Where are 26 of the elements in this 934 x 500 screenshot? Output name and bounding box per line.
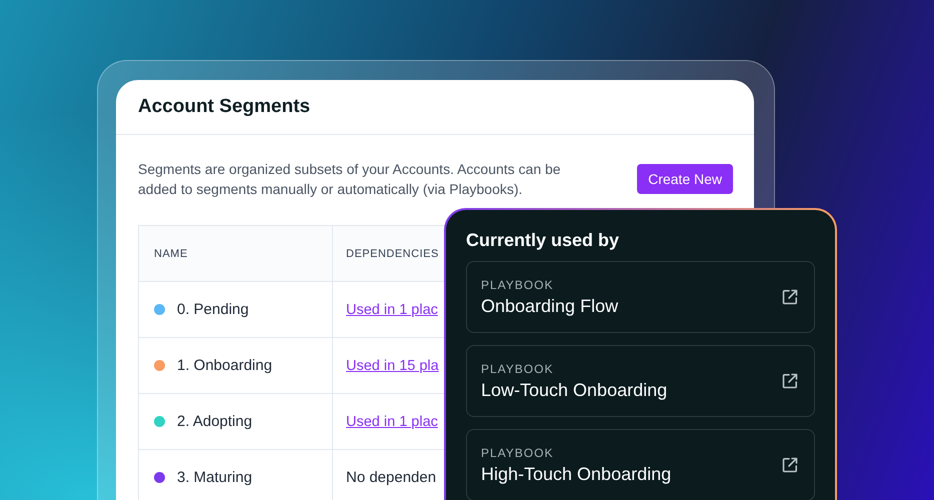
popover-title: Currently used by bbox=[466, 230, 620, 251]
playbook-name: Low-Touch Onboarding bbox=[481, 380, 668, 400]
column-header: NAME bbox=[139, 226, 333, 281]
dependencies-link[interactable]: Used in 1 plac bbox=[346, 414, 438, 430]
item-type: PLAYBOOK bbox=[481, 362, 554, 376]
item-type: PLAYBOOK bbox=[481, 446, 554, 460]
segment-name: 0. Pending bbox=[177, 301, 249, 318]
column-header: DEPENDENCIES bbox=[346, 248, 439, 260]
segment-name: 1. Onboarding bbox=[177, 357, 272, 374]
playbook-name: High-Touch Onboarding bbox=[481, 464, 672, 484]
playbook-card[interactable]: PLAYBOOK High-Touch Onboarding bbox=[466, 429, 815, 500]
playbook-card[interactable]: PLAYBOOK Onboarding Flow bbox=[466, 261, 815, 333]
item-type: PLAYBOOK bbox=[481, 278, 554, 292]
external-link-icon[interactable] bbox=[781, 288, 799, 306]
panel-title: Account Segments bbox=[138, 96, 310, 118]
playbook-name: Onboarding Flow bbox=[481, 296, 618, 316]
dependencies-link[interactable]: Used in 1 plac bbox=[346, 302, 438, 318]
external-link-icon[interactable] bbox=[781, 456, 799, 474]
segment-name: 2. Adopting bbox=[177, 413, 252, 430]
playbook-card[interactable]: PLAYBOOK Low-Touch Onboarding bbox=[466, 345, 815, 417]
dependencies-text: No dependen bbox=[346, 469, 436, 486]
external-link-icon[interactable] bbox=[781, 372, 799, 390]
description-text: Segments are organized subsets of your Accounts. Accounts can be added to segments manually or automatically (via Playbooks). bbox=[138, 160, 562, 199]
create-new-button[interactable]: Create New bbox=[637, 164, 733, 194]
dependencies-link[interactable]: Used in 15 pla bbox=[346, 358, 439, 374]
segment-name: 3. Maturing bbox=[177, 469, 252, 486]
